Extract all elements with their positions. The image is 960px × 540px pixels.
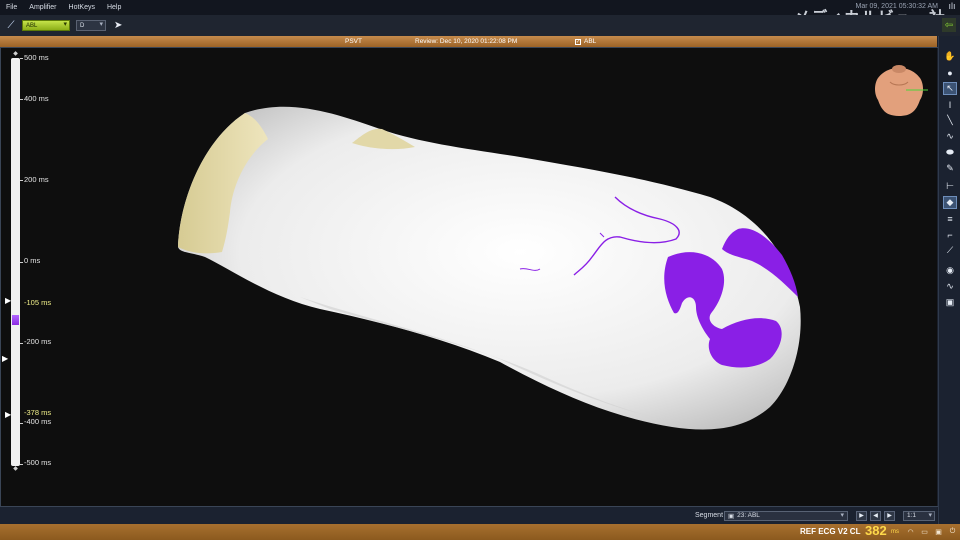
scale-label-400: 400 ms xyxy=(24,94,49,103)
scale-tick xyxy=(20,99,23,100)
tag-icon[interactable]: ◆ xyxy=(943,196,957,209)
eye-icon[interactable]: ◉ xyxy=(943,264,957,277)
menu-bar: File Amplifier HotKeys Help Mar 09, 2021… xyxy=(0,0,960,27)
segment-bar: Segment ▣ 23: ABL ▶ ◀ ▶ 1:1 xyxy=(0,507,937,524)
toolbar: ⟋ ABL D ➤ ⇦ xyxy=(0,15,960,36)
segment-select[interactable]: ▣ 23: ABL xyxy=(724,510,848,521)
pointer-icon[interactable]: ↖ xyxy=(943,82,957,95)
dot-icon[interactable]: ● xyxy=(943,66,957,79)
caliper-icon[interactable]: I xyxy=(943,98,957,111)
scale-tick xyxy=(20,464,23,465)
wifi-icon: ◠ xyxy=(907,529,914,536)
right-tool-column: ✋ ● ↖ I ╲ ∿ ⬬ ✎ ⊢ ◆ ≡ ⌐ ⟋ ◉ ∿ ▣ xyxy=(938,36,960,524)
ref-ecg-unit: ms xyxy=(891,529,899,535)
menu-hotkeys[interactable]: HotKeys xyxy=(63,4,101,11)
catheter-icon[interactable]: ╲ xyxy=(943,114,957,127)
camera-icon[interactable]: ▣ xyxy=(943,296,957,309)
power-icon[interactable]: ⏻ xyxy=(948,528,957,536)
curve-icon[interactable]: ∿ xyxy=(943,130,957,143)
scale-label-200: 200 ms xyxy=(24,175,49,184)
bend-icon[interactable]: ⌐ xyxy=(943,228,957,241)
menu-help[interactable]: Help xyxy=(101,4,127,11)
review-timestamp: Review: Dec 10, 2020 01:22:08 PM xyxy=(415,38,518,45)
monitor-icon: ▭ xyxy=(921,529,928,536)
signal-icon: ılı xyxy=(948,1,956,11)
scale-down-icon[interactable]: ◆ xyxy=(11,466,20,472)
segment-value: 23: ABL xyxy=(737,512,760,519)
ellipse-icon[interactable]: ⬬ xyxy=(943,146,957,159)
cursor-icon[interactable]: ➤ xyxy=(114,20,122,31)
scale-tick xyxy=(20,180,23,181)
scale-up-icon[interactable]: ◆ xyxy=(11,51,20,57)
scale-label-500: 500 ms xyxy=(24,53,49,62)
segment-label: Segment xyxy=(695,512,724,519)
window-upper-label: -105 ms xyxy=(24,298,52,307)
ref-ecg-label: REF ECG V2 CL xyxy=(800,527,861,536)
menu-amplifier[interactable]: Amplifier xyxy=(23,4,62,11)
catheter-tool-icon[interactable]: ⟋ xyxy=(4,19,18,33)
pen-icon[interactable]: ✎ xyxy=(943,162,957,175)
map-viewport[interactable] xyxy=(0,47,937,506)
mode-select[interactable]: D xyxy=(76,20,106,31)
waveform-icon[interactable]: ∿ xyxy=(943,280,957,293)
back-arrow-icon[interactable]: ⇦ xyxy=(942,18,956,32)
window-lower-label: -378 ms xyxy=(24,408,52,417)
window-lower-handle[interactable]: ▶ xyxy=(5,410,11,419)
menu-file[interactable]: File xyxy=(0,4,23,11)
catheter-name: ABL xyxy=(584,38,597,45)
scale-label-neg200: -200 ms xyxy=(24,337,52,346)
segment-icon: ▣ xyxy=(728,512,735,520)
step-back-icon[interactable]: ◀ xyxy=(870,510,881,521)
step-forward-icon[interactable]: ▶ xyxy=(884,510,895,521)
activation-color-swatch xyxy=(12,315,19,325)
play-icon[interactable]: ▶ xyxy=(856,510,867,521)
ref-ecg-value: 382 xyxy=(865,523,887,538)
scale-tick xyxy=(20,423,23,424)
camera-status-icon: ▣ xyxy=(935,529,942,536)
catheter-indicator: ✓ ABL xyxy=(575,38,596,45)
scale-tick xyxy=(20,58,23,59)
hand-icon[interactable]: ✋ xyxy=(943,50,957,63)
map-name: PSVT xyxy=(345,38,362,45)
scale-label-0: 0 ms xyxy=(24,256,41,265)
torso-orientation-thumbnail[interactable] xyxy=(866,60,932,120)
scale-tick xyxy=(20,343,23,344)
window-upper-handle[interactable]: ▶ xyxy=(5,296,11,305)
time-scale-bar[interactable] xyxy=(11,58,20,466)
split-icon[interactable]: ≡ xyxy=(943,212,957,225)
zoom-select[interactable]: 1:1 xyxy=(903,510,935,521)
map-title-bar: PSVT Review: Dec 10, 2020 01:22:08 PM ✓ … xyxy=(0,36,937,47)
reference-marker[interactable]: ▶ xyxy=(2,354,8,363)
measure-icon[interactable]: ⊢ xyxy=(943,180,957,193)
anatomy-render[interactable] xyxy=(0,47,937,506)
channel-select[interactable]: ABL xyxy=(22,20,70,31)
scale-label-neg500: -500 ms xyxy=(24,458,52,467)
needle-icon[interactable]: ⟋ xyxy=(943,244,957,257)
scale-label-neg400: -400 ms xyxy=(24,417,52,426)
scale-tick xyxy=(20,262,23,263)
checkbox-icon[interactable]: ✓ xyxy=(575,38,581,45)
